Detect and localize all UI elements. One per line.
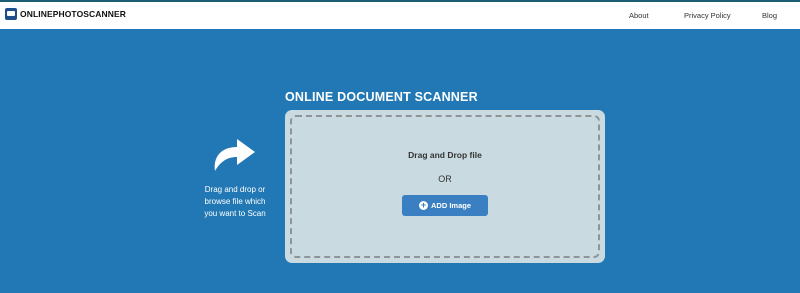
page-title: ONLINE DOCUMENT SCANNER — [285, 90, 478, 104]
file-dropzone[interactable]: Drag and Drop file OR + ADD Image — [285, 110, 605, 263]
nav-link-about[interactable]: About — [629, 11, 649, 20]
brand-logo[interactable]: ONLINEPHOTOSCANNER — [5, 8, 126, 20]
share-arrow-icon — [214, 139, 255, 171]
navbar: ONLINEPHOTOSCANNER About Privacy Policy … — [0, 2, 800, 29]
add-image-button[interactable]: + ADD Image — [402, 195, 488, 216]
nav-link-blog[interactable]: Blog — [762, 11, 777, 20]
drag-drop-instructions: Drag and drop or browse file which you w… — [204, 185, 266, 218]
nav-link-privacy-policy[interactable]: Privacy Policy — [684, 11, 731, 20]
add-image-button-label: ADD Image — [430, 201, 471, 210]
plus-circle-icon: + — [418, 200, 428, 210]
or-separator: OR — [438, 174, 452, 184]
scanner-logo-icon — [5, 8, 17, 20]
dropzone-dashed-border — [290, 115, 600, 258]
brand-name: ONLINEPHOTOSCANNER — [20, 9, 127, 19]
dropzone-title: Drag and Drop file — [408, 150, 482, 160]
